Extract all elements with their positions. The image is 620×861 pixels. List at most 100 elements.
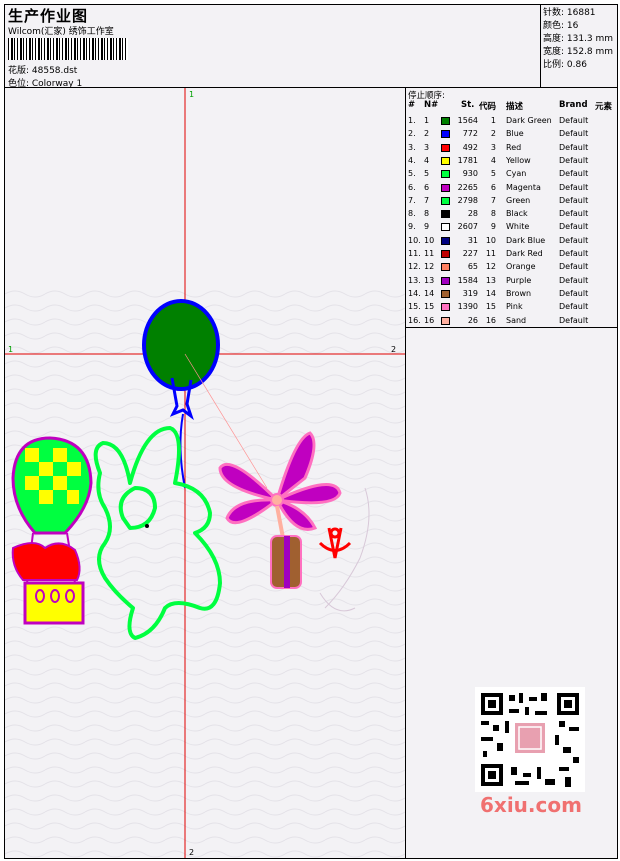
row-code: 2 xyxy=(490,129,496,139)
production-worksheet: 生产作业图 Wilcom(汇家) 绣饰工作室 花版: 48558.dst 色位:… xyxy=(4,4,618,859)
row-stitches: 492 xyxy=(462,142,478,152)
stop-sequence-row: 8. 8 28 8 Black Default xyxy=(406,208,618,221)
row-index: 7. xyxy=(408,195,416,205)
color-swatch xyxy=(441,156,450,165)
row-code: 13 xyxy=(485,275,496,285)
row-needle: 8 xyxy=(424,209,430,219)
row-description: Red xyxy=(506,142,522,152)
row-code: 7 xyxy=(490,195,496,205)
marker-top: 1 xyxy=(189,90,194,99)
stitch-count: 针数: 16881 xyxy=(543,8,596,18)
row-code: 10 xyxy=(485,235,496,245)
qr-code xyxy=(475,687,585,792)
row-description: Pink xyxy=(506,302,523,312)
col-code: 代码 xyxy=(479,102,497,112)
row-stitches: 1564 xyxy=(457,116,478,125)
stop-sequence-header-row: # N# St. 代码 描述 Brand 元素 xyxy=(406,100,618,112)
row-brand: Default xyxy=(559,155,589,165)
row-needle: 1 xyxy=(424,116,430,125)
row-stitches: 2798 xyxy=(457,195,478,205)
page-title: 生产作业图 xyxy=(8,7,89,25)
row-description: Brown xyxy=(506,288,532,298)
stop-sequence-row: 6. 6 2265 6 Magenta Default xyxy=(406,182,618,195)
row-stitches: 28 xyxy=(467,209,478,219)
row-needle: 3 xyxy=(424,142,430,152)
row-code: 14 xyxy=(485,288,496,298)
row-code: 15 xyxy=(485,302,496,312)
color-swatch xyxy=(441,316,450,325)
stop-sequence-row: 11. 11 227 11 Dark Red Default xyxy=(406,248,618,261)
embroidery-preview: 1 1 2 2 xyxy=(5,88,405,858)
row-brand: Default xyxy=(559,275,589,285)
color-swatch xyxy=(441,223,450,232)
stop-sequence-row: 2. 2 772 2 Blue Default xyxy=(406,128,618,141)
design-scale: 比例: 0.86 xyxy=(543,60,587,70)
studio-name: Wilcom(汇家) 绣饰工作室 xyxy=(8,27,114,37)
row-stitches: 31 xyxy=(467,235,478,245)
color-swatch xyxy=(441,170,450,179)
stop-sequence-row: 7. 7 2798 7 Green Default xyxy=(406,195,618,208)
col-description: 描述 xyxy=(506,102,524,112)
row-description: Dark Blue xyxy=(506,235,546,245)
row-brand: Default xyxy=(559,129,589,139)
row-index: 11. xyxy=(408,249,421,258)
row-code: 6 xyxy=(490,182,496,192)
row-index: 10. xyxy=(408,235,421,245)
color-swatch xyxy=(441,143,450,152)
row-description: Yellow xyxy=(506,155,531,165)
stop-sequence-row: 9. 9 2607 9 White Default xyxy=(406,221,618,234)
col-brand: Brand xyxy=(559,100,588,110)
stop-sequence-panel: 停止顺序: # N# St. 代码 描述 Brand 元素 1. 1 1564 1 Da… xyxy=(406,88,618,328)
qr-code-graphic xyxy=(475,687,585,792)
row-stitches: 2607 xyxy=(457,222,478,232)
color-swatch xyxy=(441,263,450,272)
design-width: 宽度: 152.8 mm xyxy=(543,47,614,57)
row-description: Green xyxy=(506,195,531,205)
color-swatch xyxy=(441,196,450,205)
row-code: 4 xyxy=(490,155,496,165)
row-stitches: 2265 xyxy=(457,182,478,192)
color-swatch xyxy=(441,183,450,192)
row-index: 6. xyxy=(408,182,416,192)
row-index: 9. xyxy=(408,222,416,232)
row-description: Orange xyxy=(506,262,536,272)
stop-sequence-row: 14. 14 319 14 Brown Default xyxy=(406,288,618,301)
row-stitches: 1584 xyxy=(457,275,478,285)
row-code: 3 xyxy=(490,142,496,152)
row-index: 8. xyxy=(408,209,416,219)
row-code: 16 xyxy=(485,315,496,325)
row-needle: 5 xyxy=(424,169,430,179)
design-preview: 1 1 2 2 xyxy=(5,88,406,858)
row-brand: Default xyxy=(559,195,589,205)
row-needle: 14 xyxy=(424,288,435,298)
row-stitches: 319 xyxy=(462,288,478,298)
row-brand: Default xyxy=(559,262,589,272)
row-index: 3. xyxy=(408,142,416,152)
color-swatch xyxy=(441,250,450,258)
row-brand: Default xyxy=(559,182,589,192)
stop-sequence-row: 5. 5 930 5 Cyan Default xyxy=(406,168,618,181)
row-needle: 11 xyxy=(424,249,435,258)
row-needle: 7 xyxy=(424,195,430,205)
row-description: Sand xyxy=(506,315,527,325)
color-swatch xyxy=(441,130,450,139)
row-description: Dark Red xyxy=(506,249,543,258)
row-index: 14. xyxy=(408,288,421,298)
row-stitches: 1781 xyxy=(457,155,478,165)
row-index: 5. xyxy=(408,169,416,179)
row-stitches: 65 xyxy=(467,262,478,272)
row-needle: 4 xyxy=(424,155,430,165)
row-needle: 10 xyxy=(424,235,435,245)
row-description: Black xyxy=(506,209,528,219)
color-swatch xyxy=(441,289,450,298)
row-brand: Default xyxy=(559,249,589,258)
row-code: 11 xyxy=(485,249,496,258)
color-swatch xyxy=(441,276,450,285)
col-hash: # xyxy=(408,100,416,110)
stop-sequence-row: 16. 16 26 16 Sand Default xyxy=(406,315,618,328)
row-description: Cyan xyxy=(506,169,527,179)
stop-sequence-row: 1. 1 1564 1 Dark Green Default xyxy=(406,115,618,128)
row-needle: 2 xyxy=(424,129,430,139)
worksheet-header: 生产作业图 Wilcom(汇家) 绣饰工作室 花版: 48558.dst 色位:… xyxy=(5,5,541,89)
stop-sequence-row: 3. 3 492 3 Red Default xyxy=(406,142,618,155)
